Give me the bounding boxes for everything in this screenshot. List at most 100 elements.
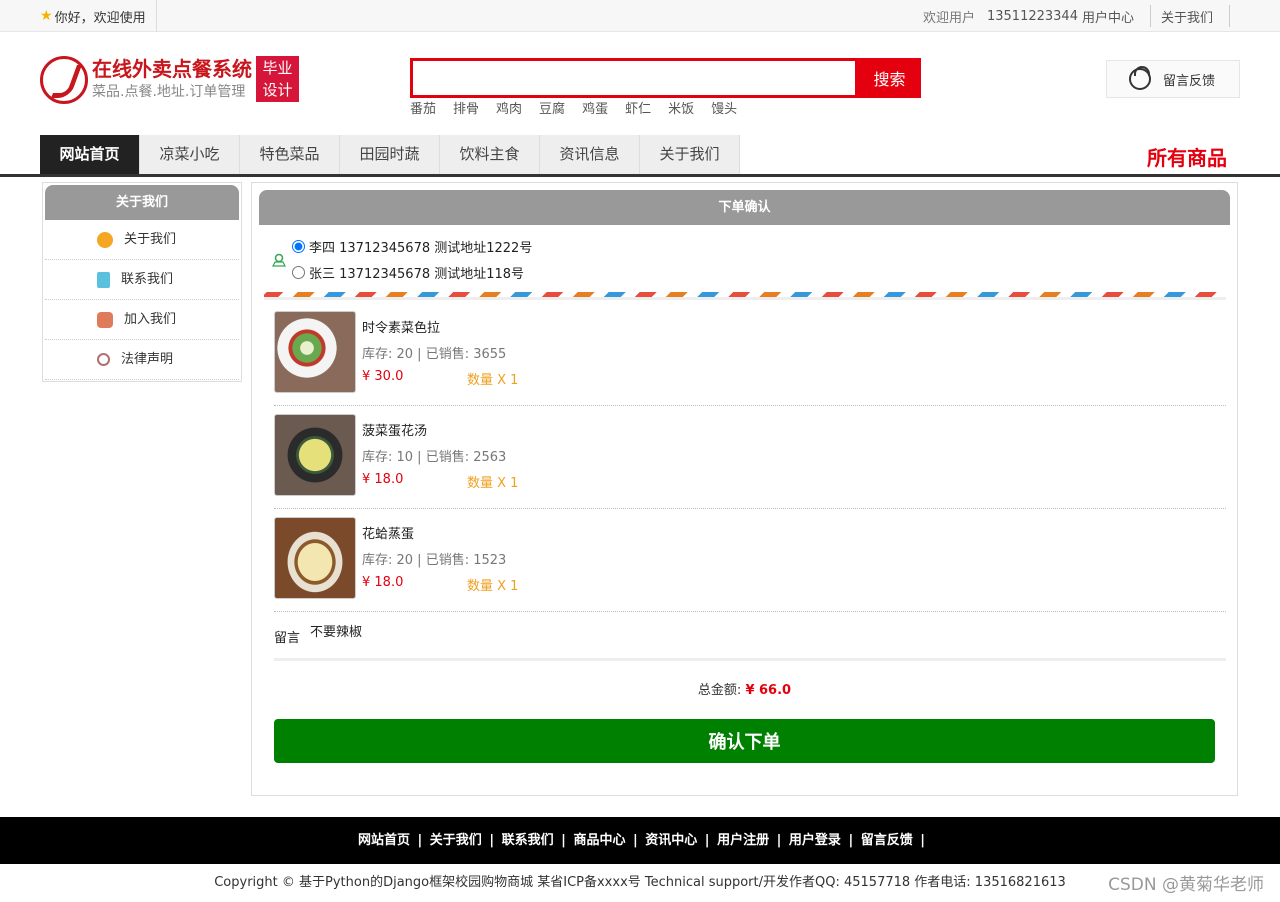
product-stock: 库存: 10 | 已销售: 2563 xyxy=(362,450,507,465)
main-nav: 网站首页 凉菜小吃 特色菜品 田园时蔬 饮料主食 资讯信息 关于我们 所有商品 xyxy=(0,134,1280,177)
sidebar-item-legal[interactable]: 法律声明 xyxy=(45,340,239,380)
welcome-text: 欢迎用户 xyxy=(922,10,975,26)
hotword[interactable]: 豆腐 xyxy=(539,98,565,117)
footer-link-register[interactable]: 用户注册 xyxy=(717,833,769,848)
note-input[interactable]: 不要辣椒 xyxy=(310,621,362,640)
user-area: 欢迎用户 13511223344 用户中心 关于我们 xyxy=(913,0,1230,32)
logo-title: 在线外卖点餐系统 xyxy=(92,57,252,81)
address-option[interactable]: 张三 13712345678 测试地址118号 xyxy=(292,263,524,282)
search-button[interactable]: 搜索 xyxy=(858,58,921,98)
search-input[interactable] xyxy=(410,58,858,98)
footer-link-home[interactable]: 网站首页 xyxy=(358,833,410,848)
footer-link-feedback[interactable]: 留言反馈 xyxy=(861,833,913,848)
order-item: 花蛤蒸蛋 库存: 20 | 已销售: 1523 ¥ 18.0 数量 X 1 xyxy=(274,509,1226,612)
hotword[interactable]: 排骨 xyxy=(453,98,479,117)
about-link[interactable]: 关于我们 xyxy=(1161,7,1213,26)
sidebar-item-label: 加入我们 xyxy=(124,311,177,327)
footer-link-about[interactable]: 关于我们 xyxy=(430,833,482,848)
address-radio[interactable] xyxy=(292,266,305,279)
sidebar-item-label: 联系我们 xyxy=(121,271,174,287)
nav-item-home[interactable]: 网站首页 xyxy=(40,135,140,174)
order-total: 总金额: ¥ 66.0 xyxy=(252,679,1237,698)
clipboard-icon xyxy=(97,271,110,288)
csdn-watermark: CSDN @黄菊华老师 xyxy=(1108,875,1264,895)
total-amount: ¥ 66.0 xyxy=(745,683,792,698)
total-label: 总金额: xyxy=(697,683,742,698)
all-goods-link[interactable]: 所有商品 xyxy=(1147,142,1227,171)
sidebar-title: 关于我们 xyxy=(45,185,239,220)
nav-item-vegetables[interactable]: 田园时蔬 xyxy=(340,135,440,174)
sidebar: 关于我们 关于我们 联系我们 加入我们 法律声明 xyxy=(42,182,242,382)
product-stock: 库存: 20 | 已销售: 3655 xyxy=(362,347,507,362)
footer-link-contact[interactable]: 联系我们 xyxy=(502,833,554,848)
product-image-salad[interactable] xyxy=(274,311,356,393)
sidebar-item-join[interactable]: 加入我们 xyxy=(45,300,239,340)
star-icon: ★ xyxy=(40,8,53,24)
order-item: 菠菜蛋花汤 库存: 10 | 已销售: 2563 ¥ 18.0 数量 X 1 xyxy=(274,406,1226,509)
divider xyxy=(1229,5,1230,27)
location-icon xyxy=(272,253,286,267)
greeting-area: ★ 你好，欢迎使用 xyxy=(40,0,157,32)
power-icon xyxy=(97,353,110,366)
nav-item-cold-dishes[interactable]: 凉菜小吃 xyxy=(140,135,240,174)
logo-subtitle: 菜品.点餐.地址.订单管理 xyxy=(92,84,246,100)
logo-badge: 毕业 设计 xyxy=(256,56,299,102)
order-note: 留言 不要辣椒 xyxy=(274,611,1226,661)
nav-item-drinks[interactable]: 饮料主食 xyxy=(440,135,540,174)
product-name[interactable]: 菠菜蛋花汤 xyxy=(362,420,427,439)
sidebar-item-about[interactable]: 关于我们 xyxy=(45,220,239,260)
logo-icon xyxy=(40,56,88,104)
badge-line2: 设计 xyxy=(262,81,293,99)
search-bar: 搜索 xyxy=(410,58,921,98)
about-icon xyxy=(97,231,113,248)
hot-keywords: 番茄 排骨 鸡肉 豆腐 鸡蛋 虾仁 米饭 馒头 xyxy=(410,98,754,117)
hotword[interactable]: 馒头 xyxy=(711,98,737,117)
product-price: ¥ 18.0 xyxy=(362,472,404,487)
hotword[interactable]: 番茄 xyxy=(410,98,436,117)
feedback-label: 留言反馈 xyxy=(1163,73,1216,89)
footer-link-news[interactable]: 资讯中心 xyxy=(645,833,697,848)
order-item: 时令素菜色拉 库存: 20 | 已销售: 3655 ¥ 30.0 数量 X 1 xyxy=(274,303,1226,406)
hotword[interactable]: 米饭 xyxy=(668,98,694,117)
footer-nav: 网站首页 | 关于我们 | 联系我们 | 商品中心 | 资讯中心 | 用户注册 … xyxy=(0,817,1280,864)
address-radio[interactable] xyxy=(292,240,305,253)
footer-link-goods[interactable]: 商品中心 xyxy=(573,833,625,848)
top-bar: ★ 你好，欢迎使用 欢迎用户 13511223344 用户中心 关于我们 xyxy=(0,0,1280,32)
lock-icon xyxy=(97,311,113,328)
product-price: ¥ 30.0 xyxy=(362,369,404,384)
address-text: 李四 13712345678 测试地址1222号 xyxy=(309,241,533,256)
note-label: 留言 xyxy=(274,631,301,646)
product-name[interactable]: 花蛤蒸蛋 xyxy=(362,523,414,542)
nav-item-about[interactable]: 关于我们 xyxy=(640,135,740,174)
product-name[interactable]: 时令素菜色拉 xyxy=(362,317,440,336)
product-price: ¥ 18.0 xyxy=(362,575,404,590)
sidebar-item-label: 法律声明 xyxy=(121,351,174,367)
hotword[interactable]: 鸡肉 xyxy=(496,98,522,117)
nav-item-specialty[interactable]: 特色菜品 xyxy=(240,135,340,174)
footer-link-login[interactable]: 用户登录 xyxy=(789,833,841,848)
divider xyxy=(1149,5,1151,27)
confirm-order-button[interactable]: 确认下单 xyxy=(274,719,1215,763)
product-quantity: 数量 X 1 xyxy=(467,579,519,594)
address-option[interactable]: 李四 13712345678 测试地址1222号 xyxy=(292,237,532,256)
hotword[interactable]: 鸡蛋 xyxy=(582,98,608,117)
product-image-soup[interactable] xyxy=(274,414,356,496)
nav-item-news[interactable]: 资讯信息 xyxy=(540,135,640,174)
feedback-button[interactable]: 留言反馈 xyxy=(1106,60,1240,98)
hotword[interactable]: 虾仁 xyxy=(625,98,651,117)
product-quantity: 数量 X 1 xyxy=(467,476,519,491)
sidebar-item-contact[interactable]: 联系我们 xyxy=(45,260,239,300)
site-logo[interactable]: 在线外卖点餐系统 菜品.点餐.地址.订单管理 毕业 设计 xyxy=(40,56,299,104)
greeting-text: 你好，欢迎使用 xyxy=(54,10,146,26)
product-image-egg[interactable] xyxy=(274,517,356,599)
customer-service-icon xyxy=(1129,66,1151,90)
product-stock: 库存: 20 | 已销售: 1523 xyxy=(362,553,507,568)
order-panel: 下单确认 李四 13712345678 测试地址1222号 张三 1371234… xyxy=(251,182,1238,796)
sidebar-item-label: 关于我们 xyxy=(124,231,177,247)
order-title: 下单确认 xyxy=(259,190,1230,225)
copyright: Copyright © 基于Python的Django框架校园购物商城 某省IC… xyxy=(214,875,1066,890)
product-quantity: 数量 X 1 xyxy=(467,373,519,388)
badge-line1: 毕业 xyxy=(262,59,293,77)
header: 在线外卖点餐系统 菜品.点餐.地址.订单管理 毕业 设计 搜索 番茄 排骨 鸡肉… xyxy=(0,32,1280,134)
user-center-link[interactable]: 用户中心 xyxy=(1082,7,1134,26)
